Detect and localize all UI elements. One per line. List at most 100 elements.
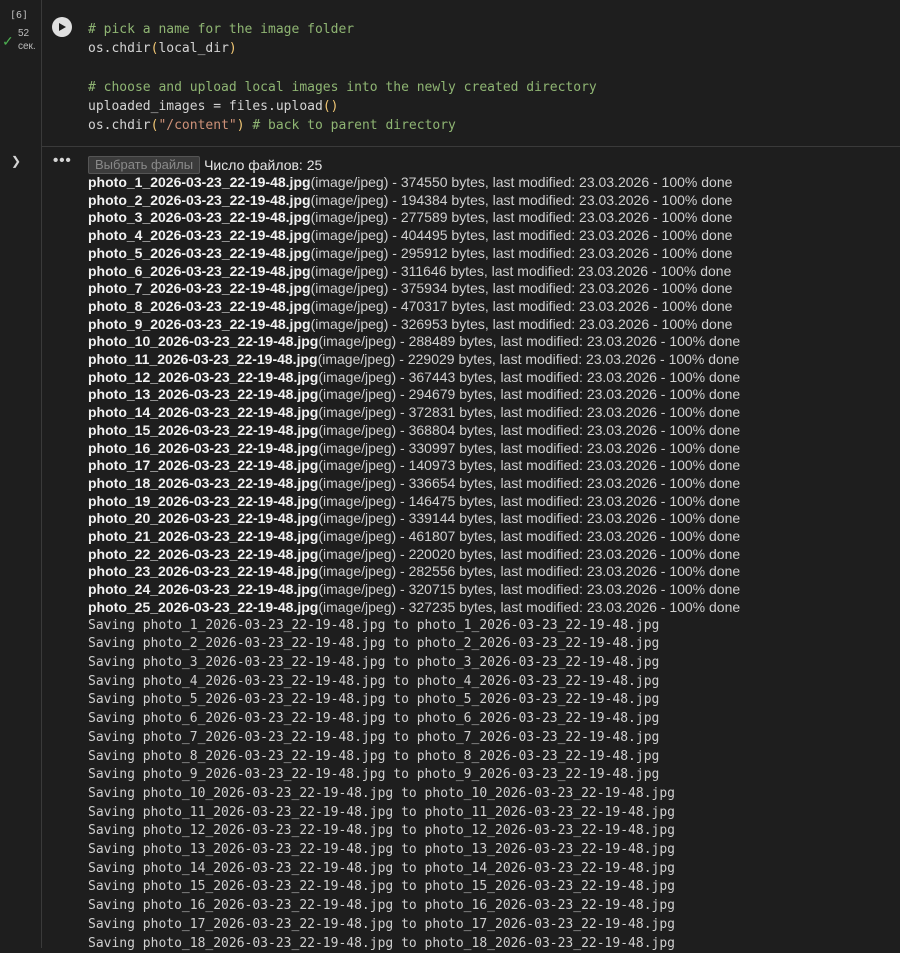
saving-line: Saving photo_18_2026-03-23_22-19-48.jpg … — [88, 935, 675, 951]
file-entry: photo_24_2026-03-23_22-19-48.jpg(image/j… — [88, 581, 740, 599]
execution-count: [6] — [10, 10, 29, 21]
upload-widget: Выбрать файлы Число файлов: 25 — [88, 155, 740, 174]
code-line: os.chdir("/content") # back to parent di… — [88, 116, 597, 135]
file-entry: photo_20_2026-03-23_22-19-48.jpg(image/j… — [88, 510, 740, 528]
file-details: (image/jpeg) - 277589 bytes, last modifi… — [310, 209, 733, 226]
file-name: photo_13_2026-03-23_22-19-48.jpg — [88, 386, 319, 403]
file-entry: photo_18_2026-03-23_22-19-48.jpg(image/j… — [88, 475, 740, 493]
saving-line: Saving photo_9_2026-03-23_22-19-48.jpg t… — [88, 767, 660, 783]
saving-line: Saving photo_3_2026-03-23_22-19-48.jpg t… — [88, 654, 660, 670]
code-token: local_dir — [158, 41, 229, 57]
file-details: (image/jpeg) - 327235 bytes, last modifi… — [318, 598, 741, 615]
more-horiz-icon[interactable]: ••• — [53, 152, 72, 169]
file-details: (image/jpeg) - 220020 bytes, last modifi… — [318, 545, 741, 562]
file-count-label: Число файлов: 25 — [204, 156, 323, 173]
file-details: (image/jpeg) - 339144 bytes, last modifi… — [318, 510, 741, 527]
code-line: # pick a name for the image folder — [88, 20, 597, 39]
file-details: (image/jpeg) - 375934 bytes, last modifi… — [310, 280, 733, 297]
checkmark-icon: ✓ — [2, 33, 14, 49]
execution-time: 52 сек. — [18, 27, 36, 53]
file-name: photo_1_2026-03-23_22-19-48.jpg — [88, 174, 311, 190]
run-cell-button[interactable] — [52, 17, 72, 37]
code-line: uploaded_images = files.upload() — [88, 97, 597, 116]
file-name: photo_6_2026-03-23_22-19-48.jpg — [88, 262, 311, 279]
file-entry: photo_9_2026-03-23_22-19-48.jpg(image/jp… — [88, 316, 740, 334]
file-name: photo_24_2026-03-23_22-19-48.jpg — [88, 581, 319, 598]
file-entry: photo_23_2026-03-23_22-19-48.jpg(image/j… — [88, 563, 740, 581]
file-details: (image/jpeg) - 295912 bytes, last modifi… — [310, 244, 733, 261]
saving-line: Saving photo_17_2026-03-23_22-19-48.jpg … — [88, 916, 675, 932]
file-name: photo_3_2026-03-23_22-19-48.jpg — [88, 209, 311, 226]
file-details: (image/jpeg) - 470317 bytes, last modifi… — [310, 297, 733, 314]
file-entry: photo_15_2026-03-23_22-19-48.jpg(image/j… — [88, 422, 740, 440]
file-name: photo_4_2026-03-23_22-19-48.jpg — [88, 227, 311, 244]
file-name: photo_9_2026-03-23_22-19-48.jpg — [88, 315, 311, 332]
file-name: photo_20_2026-03-23_22-19-48.jpg — [88, 510, 319, 527]
chevron-down-icon[interactable]: ❯ — [11, 154, 21, 168]
code-token: # pick a name for the image folder — [88, 22, 355, 37]
file-details: (image/jpeg) - 372831 bytes, last modifi… — [318, 404, 741, 421]
code-line: # choose and upload local images into th… — [88, 78, 597, 97]
file-details: (image/jpeg) - 461807 bytes, last modifi… — [318, 528, 741, 545]
file-name: photo_16_2026-03-23_22-19-48.jpg — [88, 439, 319, 456]
file-details: (image/jpeg) - 282556 bytes, last modifi… — [318, 563, 741, 580]
file-details: (image/jpeg) - 368804 bytes, last modifi… — [318, 421, 741, 438]
file-details: (image/jpeg) - 140973 bytes, last modifi… — [318, 457, 741, 474]
file-entry: photo_17_2026-03-23_22-19-48.jpg(image/j… — [88, 457, 740, 475]
code-token: uploaded_images = files.upload — [88, 99, 323, 115]
file-details: (image/jpeg) - 336654 bytes, last modifi… — [318, 474, 741, 491]
code-token: ) — [228, 41, 237, 57]
file-name: photo_5_2026-03-23_22-19-48.jpg — [88, 244, 311, 261]
choose-files-button[interactable]: Выбрать файлы — [88, 155, 201, 174]
file-details: (image/jpeg) - 374550 bytes, last modifi… — [310, 174, 733, 190]
file-name: photo_8_2026-03-23_22-19-48.jpg — [88, 297, 311, 314]
code-token: os.chdir — [88, 41, 151, 57]
code-token: os.chdir — [88, 118, 151, 134]
file-details: (image/jpeg) - 404495 bytes, last modifi… — [310, 227, 733, 244]
saving-line: Saving photo_2_2026-03-23_22-19-48.jpg t… — [88, 636, 660, 652]
file-details: (image/jpeg) - 326953 bytes, last modifi… — [310, 315, 733, 332]
file-name: photo_25_2026-03-23_22-19-48.jpg — [88, 598, 319, 615]
saving-line: Saving photo_14_2026-03-23_22-19-48.jpg … — [88, 860, 675, 876]
file-name: photo_12_2026-03-23_22-19-48.jpg — [88, 368, 319, 385]
code-token: () — [322, 99, 339, 115]
file-entry: photo_22_2026-03-23_22-19-48.jpg(image/j… — [88, 546, 740, 564]
file-details: (image/jpeg) - 288489 bytes, last modifi… — [318, 333, 741, 350]
file-name: photo_2_2026-03-23_22-19-48.jpg — [88, 191, 311, 208]
saving-line: Saving photo_4_2026-03-23_22-19-48.jpg t… — [88, 673, 660, 689]
code-token: "/content" — [158, 118, 237, 134]
file-details: (image/jpeg) - 294679 bytes, last modifi… — [318, 386, 741, 403]
file-name: photo_21_2026-03-23_22-19-48.jpg — [88, 528, 319, 545]
file-entry: photo_1_2026-03-23_22-19-48.jpg(image/jp… — [88, 174, 740, 192]
file-name: photo_23_2026-03-23_22-19-48.jpg — [88, 563, 319, 580]
file-name: photo_11_2026-03-23_22-19-48.jpg — [88, 351, 318, 368]
code-token: ) — [236, 118, 245, 134]
saving-line: Saving photo_5_2026-03-23_22-19-48.jpg t… — [88, 692, 660, 708]
file-entry: photo_25_2026-03-23_22-19-48.jpg(image/j… — [88, 599, 740, 617]
file-entry: photo_8_2026-03-23_22-19-48.jpg(image/jp… — [88, 298, 740, 316]
file-entry: photo_10_2026-03-23_22-19-48.jpg(image/j… — [88, 333, 740, 351]
file-details: (image/jpeg) - 229029 bytes, last modifi… — [317, 351, 740, 368]
file-details: (image/jpeg) - 311646 bytes, last modifi… — [310, 262, 732, 279]
saving-log: Saving photo_1_2026-03-23_22-19-48.jpg t… — [88, 617, 740, 953]
file-entry: photo_3_2026-03-23_22-19-48.jpg(image/jp… — [88, 209, 740, 227]
file-details: (image/jpeg) - 320715 bytes, last modifi… — [318, 581, 741, 598]
file-details: (image/jpeg) - 367443 bytes, last modifi… — [318, 368, 741, 385]
file-name: photo_22_2026-03-23_22-19-48.jpg — [88, 545, 319, 562]
execution-seconds: 52 — [18, 28, 30, 39]
saving-line: Saving photo_15_2026-03-23_22-19-48.jpg … — [88, 879, 675, 895]
file-name: photo_17_2026-03-23_22-19-48.jpg — [88, 457, 319, 474]
file-entry: photo_19_2026-03-23_22-19-48.jpg(image/j… — [88, 493, 740, 511]
saving-line: Saving photo_1_2026-03-23_22-19-48.jpg t… — [88, 617, 660, 633]
code-token: # back to parent directory — [252, 118, 456, 134]
file-details: (image/jpeg) - 146475 bytes, last modifi… — [318, 492, 741, 509]
saving-line: Saving photo_7_2026-03-23_22-19-48.jpg t… — [88, 729, 660, 745]
saving-line: Saving photo_16_2026-03-23_22-19-48.jpg … — [88, 898, 675, 914]
file-entry: photo_12_2026-03-23_22-19-48.jpg(image/j… — [88, 369, 740, 387]
play-icon — [59, 23, 66, 31]
file-name: photo_10_2026-03-23_22-19-48.jpg — [88, 333, 319, 350]
code-editor[interactable]: # pick a name for the image folder os.chd… — [88, 20, 597, 136]
cell-gutter: [6] ✓ 52 сек. ❯ — [0, 0, 42, 948]
output-divider — [42, 146, 900, 147]
